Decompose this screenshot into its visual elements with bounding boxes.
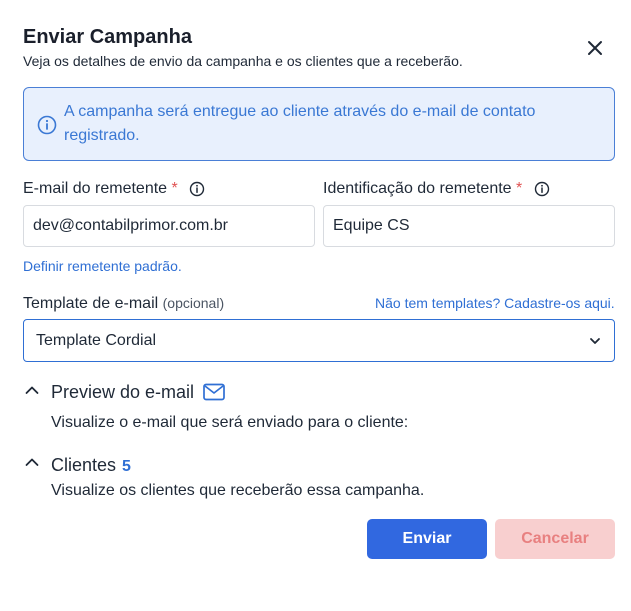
sender-id-label-text: Identificação do remetente [323, 180, 512, 197]
sender-email-field[interactable]: dev@contabilprimor.com.br [23, 205, 315, 247]
sender-id-label: Identificação do remetente * [323, 180, 522, 198]
clients-count: 5 [122, 458, 131, 475]
close-icon[interactable] [583, 36, 607, 60]
template-selected-value: Template Cordial [36, 331, 157, 349]
info-banner: A campanha será entregue ao cliente atra… [23, 87, 615, 161]
chevron-up-icon[interactable] [23, 454, 41, 472]
sender-id-value: Equipe CS [333, 217, 410, 234]
send-campaign-dialog: Enviar Campanha Veja os detalhes de envi… [0, 0, 631, 611]
default-sender-link[interactable]: Definir remetente padrão. [23, 258, 182, 274]
clients-description: Visualize os clientes que receberão essa… [51, 482, 425, 499]
cancel-button[interactable]: Cancelar [495, 519, 615, 559]
sender-email-label: E-mail do remetente * [23, 180, 178, 198]
dialog-subtitle: Veja os detalhes de envio da campanha e … [23, 53, 463, 69]
chevron-down-icon [590, 338, 600, 344]
required-mark: * [171, 180, 178, 197]
clients-title[interactable]: Clientes 5 [51, 455, 131, 476]
template-label: Template de e-mail (opcional) [23, 295, 224, 313]
preview-title[interactable]: Preview do e-mail [51, 382, 194, 403]
required-mark: * [516, 180, 523, 197]
register-templates-link[interactable]: Não tem templates? Cadastre-os aqui. [375, 295, 615, 311]
sender-email-value: dev@contabilprimor.com.br [33, 217, 228, 234]
preview-description: Visualize o e-mail que será enviado para… [51, 414, 409, 431]
chevron-up-icon[interactable] [23, 382, 41, 400]
info-icon[interactable] [534, 181, 550, 197]
optional-tag: (opcional) [162, 295, 225, 311]
template-label-text: Template de e-mail [23, 295, 159, 312]
clients-title-text: Clientes [51, 455, 117, 475]
dialog-title: Enviar Campanha [23, 26, 192, 48]
send-button[interactable]: Enviar [367, 519, 487, 559]
info-icon [37, 115, 57, 135]
info-text: A campanha será entregue ao cliente atra… [64, 103, 536, 144]
info-icon[interactable] [189, 181, 205, 197]
template-select[interactable]: Template Cordial [23, 319, 615, 362]
mail-icon [203, 383, 225, 401]
sender-email-label-text: E-mail do remetente [23, 180, 168, 197]
sender-id-field[interactable]: Equipe CS [323, 205, 615, 247]
